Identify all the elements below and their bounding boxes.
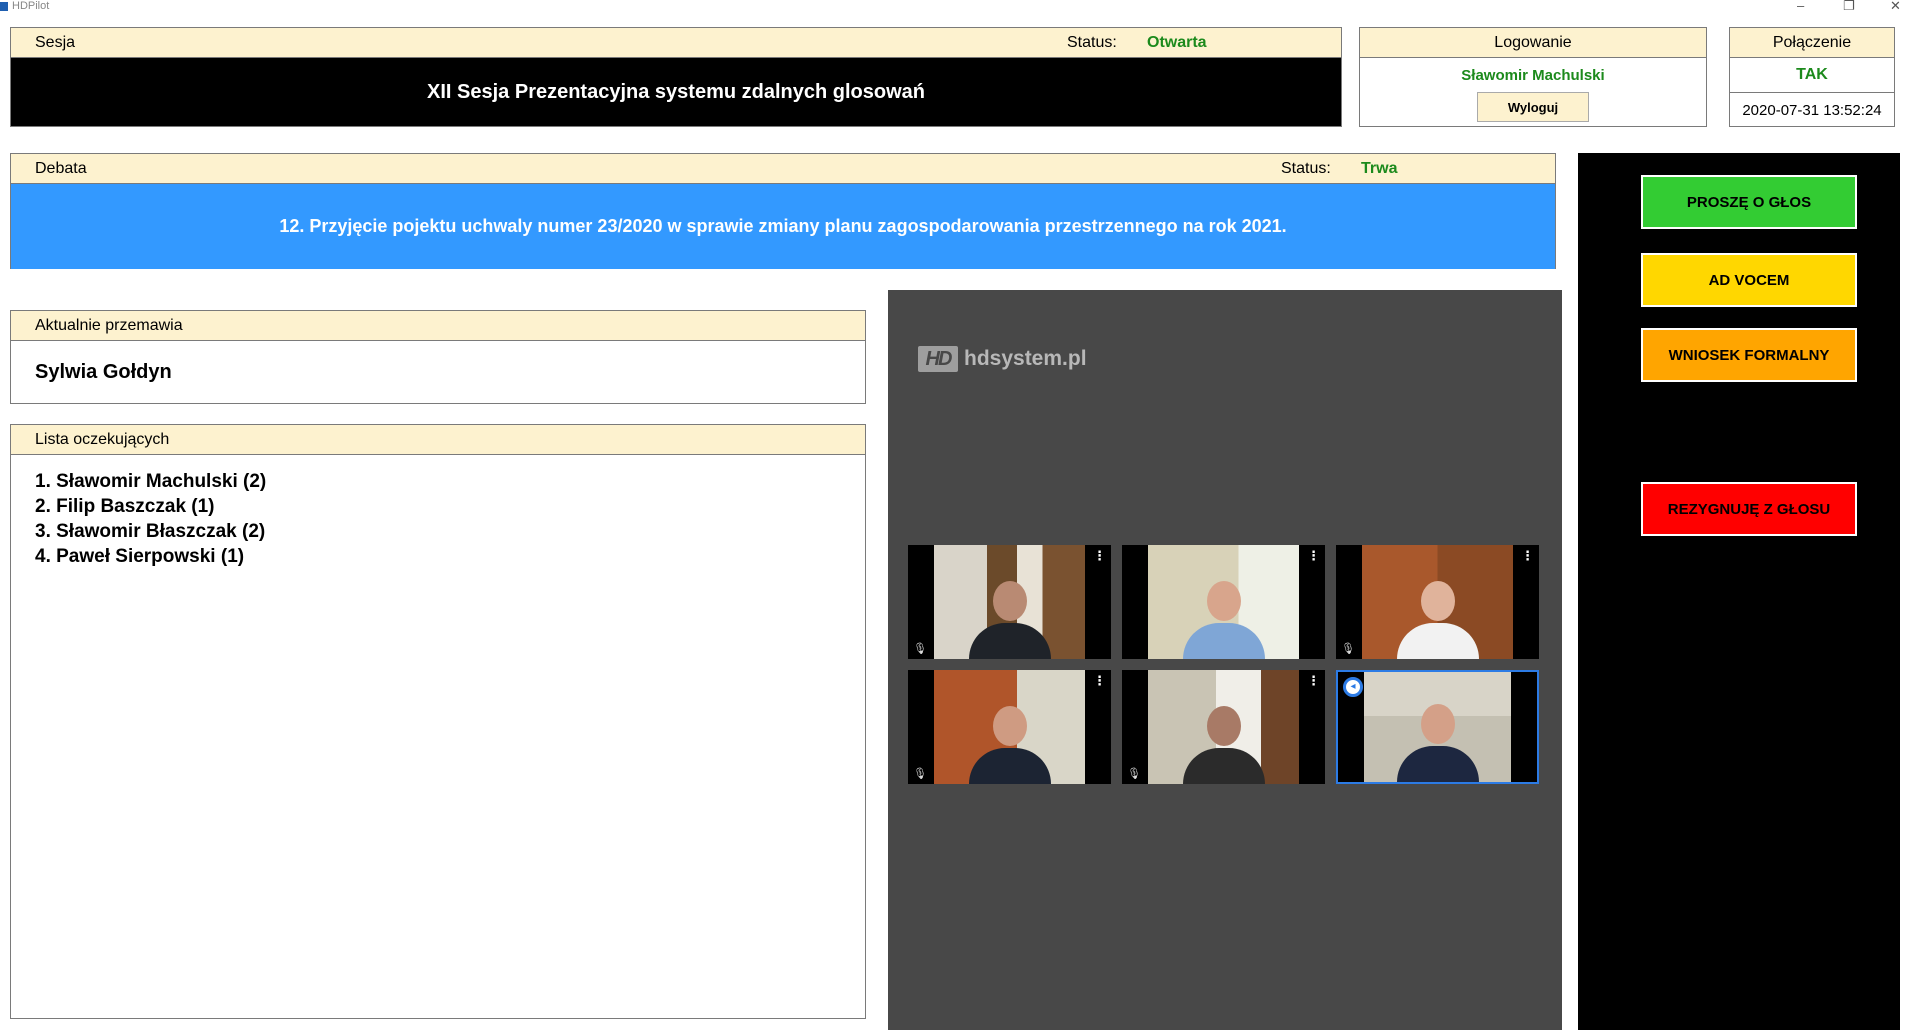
waiting-list-header: Lista oczekujących xyxy=(11,425,865,455)
tile-menu-icon[interactable]: ⋮ xyxy=(1307,549,1320,562)
tile-menu-icon[interactable]: ⋮ xyxy=(1307,674,1320,687)
video-tile[interactable]: ⋮ xyxy=(1122,545,1325,659)
current-speaker-header: Aktualnie przemawia xyxy=(11,311,865,341)
formal-motion-button[interactable]: WNIOSEK FORMALNY xyxy=(1641,328,1857,382)
session-title: XII Sesja Prezentacyjna systemu zdalnych… xyxy=(11,58,1341,126)
tile-menu-icon[interactable]: ⋮ xyxy=(1093,549,1106,562)
logged-user: Sławomir Machulski xyxy=(1461,67,1605,84)
waiting-list: 1. Sławomir Machulski (2) 2. Filip Baszc… xyxy=(11,455,865,569)
current-speaker-panel: Aktualnie przemawia Sylwia Gołdyn xyxy=(10,310,866,404)
request-floor-button[interactable]: PROSZĘ O GŁOS xyxy=(1641,175,1857,229)
office-window-scene-icon xyxy=(1148,545,1299,659)
connection-header: Połączenie xyxy=(1730,28,1894,58)
debate-status-value: Trwa xyxy=(1361,160,1398,177)
video-tile[interactable]: ⋮ 🎙 xyxy=(908,670,1111,784)
login-header: Logowanie xyxy=(1360,28,1706,58)
logout-button[interactable]: Wyloguj xyxy=(1477,92,1589,122)
app-icon xyxy=(0,2,8,11)
muted-mic-icon: 🎙 xyxy=(1341,643,1355,655)
office-room-scene-icon xyxy=(1364,672,1511,782)
participant-silhouette xyxy=(1182,581,1265,659)
connection-timestamp: 2020-07-31 13:52:24 xyxy=(1742,102,1882,119)
session-status-value: Otwarta xyxy=(1147,34,1207,51)
session-header: Sesja Status: Otwarta xyxy=(11,28,1341,58)
office-shelf-scene-icon xyxy=(1148,670,1299,784)
ad-vocem-button[interactable]: AD VOCEM xyxy=(1641,253,1857,307)
session-status-label: Status: xyxy=(1067,34,1117,51)
close-icon[interactable]: ✕ xyxy=(1890,0,1901,13)
office-door-scene-icon xyxy=(1362,545,1513,659)
participant-silhouette xyxy=(1182,706,1265,784)
waiting-list-panel: Lista oczekujących 1. Sławomir Machulski… xyxy=(10,424,866,1019)
video-tile[interactable]: ⋮ 🎙 xyxy=(1122,670,1325,784)
participant-silhouette xyxy=(1396,704,1479,782)
login-panel: Logowanie Sławomir Machulski Wyloguj xyxy=(1359,27,1707,127)
office-bookshelf-scene-icon xyxy=(934,545,1085,659)
hd-logo-icon: HD xyxy=(918,346,958,372)
list-item: 3. Sławomir Błaszczak (2) xyxy=(35,521,266,542)
debate-status-label: Status: xyxy=(1281,160,1331,177)
resign-floor-button[interactable]: REZYGNUJĘ Z GŁOSU xyxy=(1641,482,1857,536)
muted-mic-icon: 🎙 xyxy=(913,643,927,655)
list-item: 1. Sławomir Machulski (2) xyxy=(35,471,267,492)
logo-text: hdsystem.pl xyxy=(964,347,1087,370)
video-tile[interactable]: ⋮ 🎙 xyxy=(908,545,1111,659)
connection-panel: Połączenie TAK 2020-07-31 13:52:24 xyxy=(1729,27,1895,127)
current-speaker-name: Sylwia Gołdyn xyxy=(35,361,172,383)
participant-silhouette xyxy=(968,581,1051,659)
debate-panel: Debata Status: Trwa 12. Przyjęcie pojekt… xyxy=(10,153,1556,269)
muted-mic-icon: 🎙 xyxy=(1127,768,1141,780)
request-controls-panel: PROSZĘ O GŁOS AD VOCEM WNIOSEK FORMALNY … xyxy=(1578,153,1900,1030)
title-bar: HDPilot – ❐ ✕ xyxy=(0,0,1910,14)
debate-header-label: Debata xyxy=(35,160,87,177)
minimize-icon[interactable]: – xyxy=(1797,0,1804,13)
debate-header: Debata Status: Trwa xyxy=(11,154,1555,184)
muted-mic-icon: 🎙 xyxy=(913,768,927,780)
participant-silhouette xyxy=(968,706,1051,784)
video-conference-area: HD hdsystem.pl ⋮ 🎙 ⋮ ⋮ 🎙 ⋮ 🎙 ⋮ 🎙 ◂ xyxy=(888,290,1562,1030)
list-item: 2. Filip Baszczak (1) xyxy=(35,496,215,517)
office-wall-scene-icon xyxy=(934,670,1085,784)
video-tile-active-speaker[interactable]: ◂ xyxy=(1336,670,1539,784)
session-header-label: Sesja xyxy=(35,34,76,51)
tile-menu-icon[interactable]: ⋮ xyxy=(1521,549,1534,562)
session-panel: Sesja Status: Otwarta XII Sesja Prezenta… xyxy=(10,27,1342,127)
video-tile[interactable]: ⋮ 🎙 xyxy=(1336,545,1539,659)
list-item: 4. Paweł Sierpowski (1) xyxy=(35,546,245,567)
participant-silhouette xyxy=(1396,581,1479,659)
hdsystem-logo: HD hdsystem.pl xyxy=(918,346,1087,372)
connection-status: TAK xyxy=(1730,58,1894,93)
debate-topic: 12. Przyjęcie pojektu uchwaly numer 23/2… xyxy=(11,184,1555,269)
app-title: HDPilot xyxy=(12,0,50,12)
tile-menu-icon[interactable]: ⋮ xyxy=(1093,674,1106,687)
maximize-icon[interactable]: ❐ xyxy=(1843,0,1855,13)
speaking-indicator-icon: ◂ xyxy=(1343,677,1363,697)
